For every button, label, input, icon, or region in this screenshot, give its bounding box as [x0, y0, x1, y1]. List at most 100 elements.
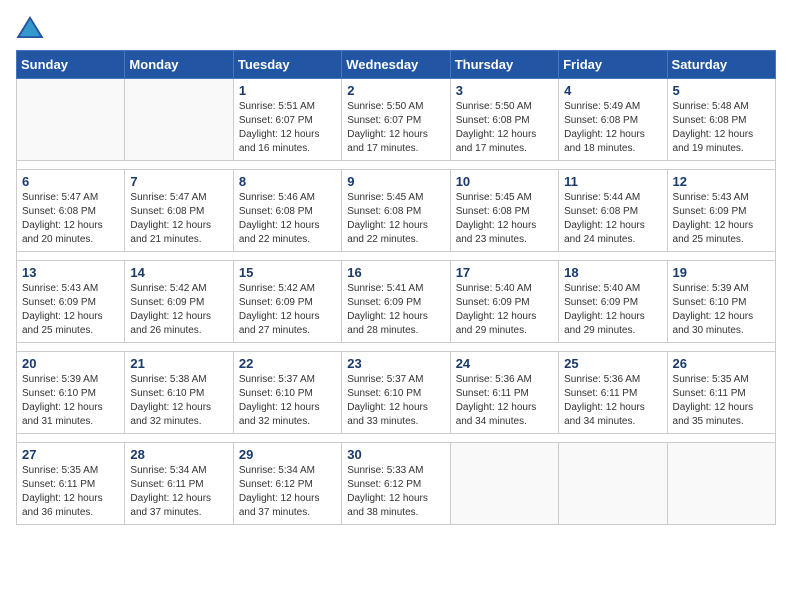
day-number: 20 [22, 356, 119, 371]
calendar-cell: 12 Sunrise: 5:43 AMSunset: 6:09 PMDayligh… [667, 170, 775, 252]
day-detail: Sunrise: 5:36 AMSunset: 6:11 PMDaylight:… [564, 373, 661, 429]
day-number: 9 [347, 174, 444, 189]
weekday-header: Tuesday [233, 51, 341, 79]
day-detail: Sunrise: 5:48 AMSunset: 6:08 PMDaylight:… [673, 100, 770, 156]
day-number: 12 [673, 174, 770, 189]
weekday-header: Saturday [667, 51, 775, 79]
weekday-header-row: SundayMondayTuesdayWednesdayThursdayFrid… [17, 51, 776, 79]
day-number: 19 [673, 265, 770, 280]
calendar-cell: 30 Sunrise: 5:33 AMSunset: 6:12 PMDayligh… [342, 443, 450, 525]
row-spacer [17, 161, 776, 170]
calendar-cell: 1 Sunrise: 5:51 AMSunset: 6:07 PMDaylight… [233, 79, 341, 161]
weekday-header: Friday [559, 51, 667, 79]
day-number: 14 [130, 265, 227, 280]
day-detail: Sunrise: 5:35 AMSunset: 6:11 PMDaylight:… [22, 464, 119, 520]
day-number: 29 [239, 447, 336, 462]
calendar-cell: 15 Sunrise: 5:42 AMSunset: 6:09 PMDayligh… [233, 261, 341, 343]
weekday-header: Thursday [450, 51, 558, 79]
day-detail: Sunrise: 5:45 AMSunset: 6:08 PMDaylight:… [347, 191, 444, 247]
day-number: 17 [456, 265, 553, 280]
day-number: 10 [456, 174, 553, 189]
day-number: 30 [347, 447, 444, 462]
day-number: 13 [22, 265, 119, 280]
day-detail: Sunrise: 5:35 AMSunset: 6:11 PMDaylight:… [673, 373, 770, 429]
day-detail: Sunrise: 5:44 AMSunset: 6:08 PMDaylight:… [564, 191, 661, 247]
day-detail: Sunrise: 5:45 AMSunset: 6:08 PMDaylight:… [456, 191, 553, 247]
day-number: 27 [22, 447, 119, 462]
calendar-cell: 18 Sunrise: 5:40 AMSunset: 6:09 PMDayligh… [559, 261, 667, 343]
day-number: 2 [347, 83, 444, 98]
calendar-cell: 23Sunrise: 5:37 AMSunset: 6:10 PMDayligh… [342, 352, 450, 434]
calendar-cell: 8 Sunrise: 5:46 AMSunset: 6:08 PMDaylight… [233, 170, 341, 252]
calendar-cell: 28Sunrise: 5:34 AMSunset: 6:11 PMDayligh… [125, 443, 233, 525]
day-number: 1 [239, 83, 336, 98]
day-number: 18 [564, 265, 661, 280]
day-detail: Sunrise: 5:36 AMSunset: 6:11 PMDaylight:… [456, 373, 553, 429]
weekday-header: Monday [125, 51, 233, 79]
day-number: 28 [130, 447, 227, 462]
calendar-cell: 17 Sunrise: 5:40 AMSunset: 6:09 PMDayligh… [450, 261, 558, 343]
day-number: 22 [239, 356, 336, 371]
day-number: 24 [456, 356, 553, 371]
day-detail: Sunrise: 5:46 AMSunset: 6:08 PMDaylight:… [239, 191, 336, 247]
day-number: 8 [239, 174, 336, 189]
calendar-cell: 25 Sunrise: 5:36 AMSunset: 6:11 PMDayligh… [559, 352, 667, 434]
day-number: 11 [564, 174, 661, 189]
calendar-week-row: 27 Sunrise: 5:35 AMSunset: 6:11 PMDayligh… [17, 443, 776, 525]
day-detail: Sunrise: 5:39 AMSunset: 6:10 PMDaylight:… [673, 282, 770, 338]
logo-icon [16, 16, 44, 38]
calendar-cell: 2 Sunrise: 5:50 AMSunset: 6:07 PMDaylight… [342, 79, 450, 161]
calendar-cell: 9 Sunrise: 5:45 AMSunset: 6:08 PMDaylight… [342, 170, 450, 252]
calendar-cell: 5 Sunrise: 5:48 AMSunset: 6:08 PMDaylight… [667, 79, 775, 161]
day-number: 7 [130, 174, 227, 189]
day-number: 5 [673, 83, 770, 98]
calendar-cell: 10 Sunrise: 5:45 AMSunset: 6:08 PMDayligh… [450, 170, 558, 252]
day-detail: Sunrise: 5:37 AMSunset: 6:10 PMDaylight:… [239, 373, 336, 429]
day-detail: Sunrise: 5:34 AMSunset: 6:12 PMDaylight:… [239, 464, 336, 520]
day-detail: Sunrise: 5:47 AMSunset: 6:08 PMDaylight:… [130, 191, 227, 247]
day-number: 26 [673, 356, 770, 371]
calendar-cell: 20 Sunrise: 5:39 AMSunset: 6:10 PMDayligh… [17, 352, 125, 434]
calendar-cell: 22 Sunrise: 5:37 AMSunset: 6:10 PMDayligh… [233, 352, 341, 434]
calendar-cell [667, 443, 775, 525]
calendar-cell: 29 Sunrise: 5:34 AMSunset: 6:12 PMDayligh… [233, 443, 341, 525]
calendar-week-row: 20 Sunrise: 5:39 AMSunset: 6:10 PMDayligh… [17, 352, 776, 434]
calendar-cell [17, 79, 125, 161]
row-spacer [17, 252, 776, 261]
day-detail: Sunrise: 5:37 AMSunset: 6:10 PMDaylight:… [347, 373, 444, 429]
day-number: 15 [239, 265, 336, 280]
day-detail: Sunrise: 5:33 AMSunset: 6:12 PMDaylight:… [347, 464, 444, 520]
day-number: 21 [130, 356, 227, 371]
day-detail: Sunrise: 5:40 AMSunset: 6:09 PMDaylight:… [564, 282, 661, 338]
calendar-cell: 13Sunrise: 5:43 AMSunset: 6:09 PMDayligh… [17, 261, 125, 343]
day-detail: Sunrise: 5:51 AMSunset: 6:07 PMDaylight:… [239, 100, 336, 156]
calendar-cell: 21 Sunrise: 5:38 AMSunset: 6:10 PMDayligh… [125, 352, 233, 434]
day-detail: Sunrise: 5:43 AMSunset: 6:09 PMDaylight:… [673, 191, 770, 247]
calendar-cell [125, 79, 233, 161]
calendar-cell: 16Sunrise: 5:41 AMSunset: 6:09 PMDayligh… [342, 261, 450, 343]
calendar-cell: 4Sunrise: 5:49 AMSunset: 6:08 PMDaylight… [559, 79, 667, 161]
day-detail: Sunrise: 5:40 AMSunset: 6:09 PMDaylight:… [456, 282, 553, 338]
calendar-cell: 7 Sunrise: 5:47 AMSunset: 6:08 PMDaylight… [125, 170, 233, 252]
page-header [16, 16, 776, 38]
day-number: 25 [564, 356, 661, 371]
calendar-cell [559, 443, 667, 525]
calendar-cell: 11 Sunrise: 5:44 AMSunset: 6:08 PMDayligh… [559, 170, 667, 252]
calendar-cell: 6Sunrise: 5:47 AMSunset: 6:08 PMDaylight… [17, 170, 125, 252]
day-number: 4 [564, 83, 661, 98]
calendar-cell: 26 Sunrise: 5:35 AMSunset: 6:11 PMDayligh… [667, 352, 775, 434]
calendar-cell: 24 Sunrise: 5:36 AMSunset: 6:11 PMDayligh… [450, 352, 558, 434]
day-number: 6 [22, 174, 119, 189]
day-detail: Sunrise: 5:41 AMSunset: 6:09 PMDaylight:… [347, 282, 444, 338]
day-detail: Sunrise: 5:50 AMSunset: 6:07 PMDaylight:… [347, 100, 444, 156]
calendar-cell: 27 Sunrise: 5:35 AMSunset: 6:11 PMDayligh… [17, 443, 125, 525]
day-detail: Sunrise: 5:50 AMSunset: 6:08 PMDaylight:… [456, 100, 553, 156]
day-detail: Sunrise: 5:42 AMSunset: 6:09 PMDaylight:… [130, 282, 227, 338]
day-detail: Sunrise: 5:38 AMSunset: 6:10 PMDaylight:… [130, 373, 227, 429]
row-spacer [17, 343, 776, 352]
calendar-cell: 3 Sunrise: 5:50 AMSunset: 6:08 PMDaylight… [450, 79, 558, 161]
day-detail: Sunrise: 5:39 AMSunset: 6:10 PMDaylight:… [22, 373, 119, 429]
weekday-header: Sunday [17, 51, 125, 79]
day-number: 3 [456, 83, 553, 98]
day-detail: Sunrise: 5:42 AMSunset: 6:09 PMDaylight:… [239, 282, 336, 338]
